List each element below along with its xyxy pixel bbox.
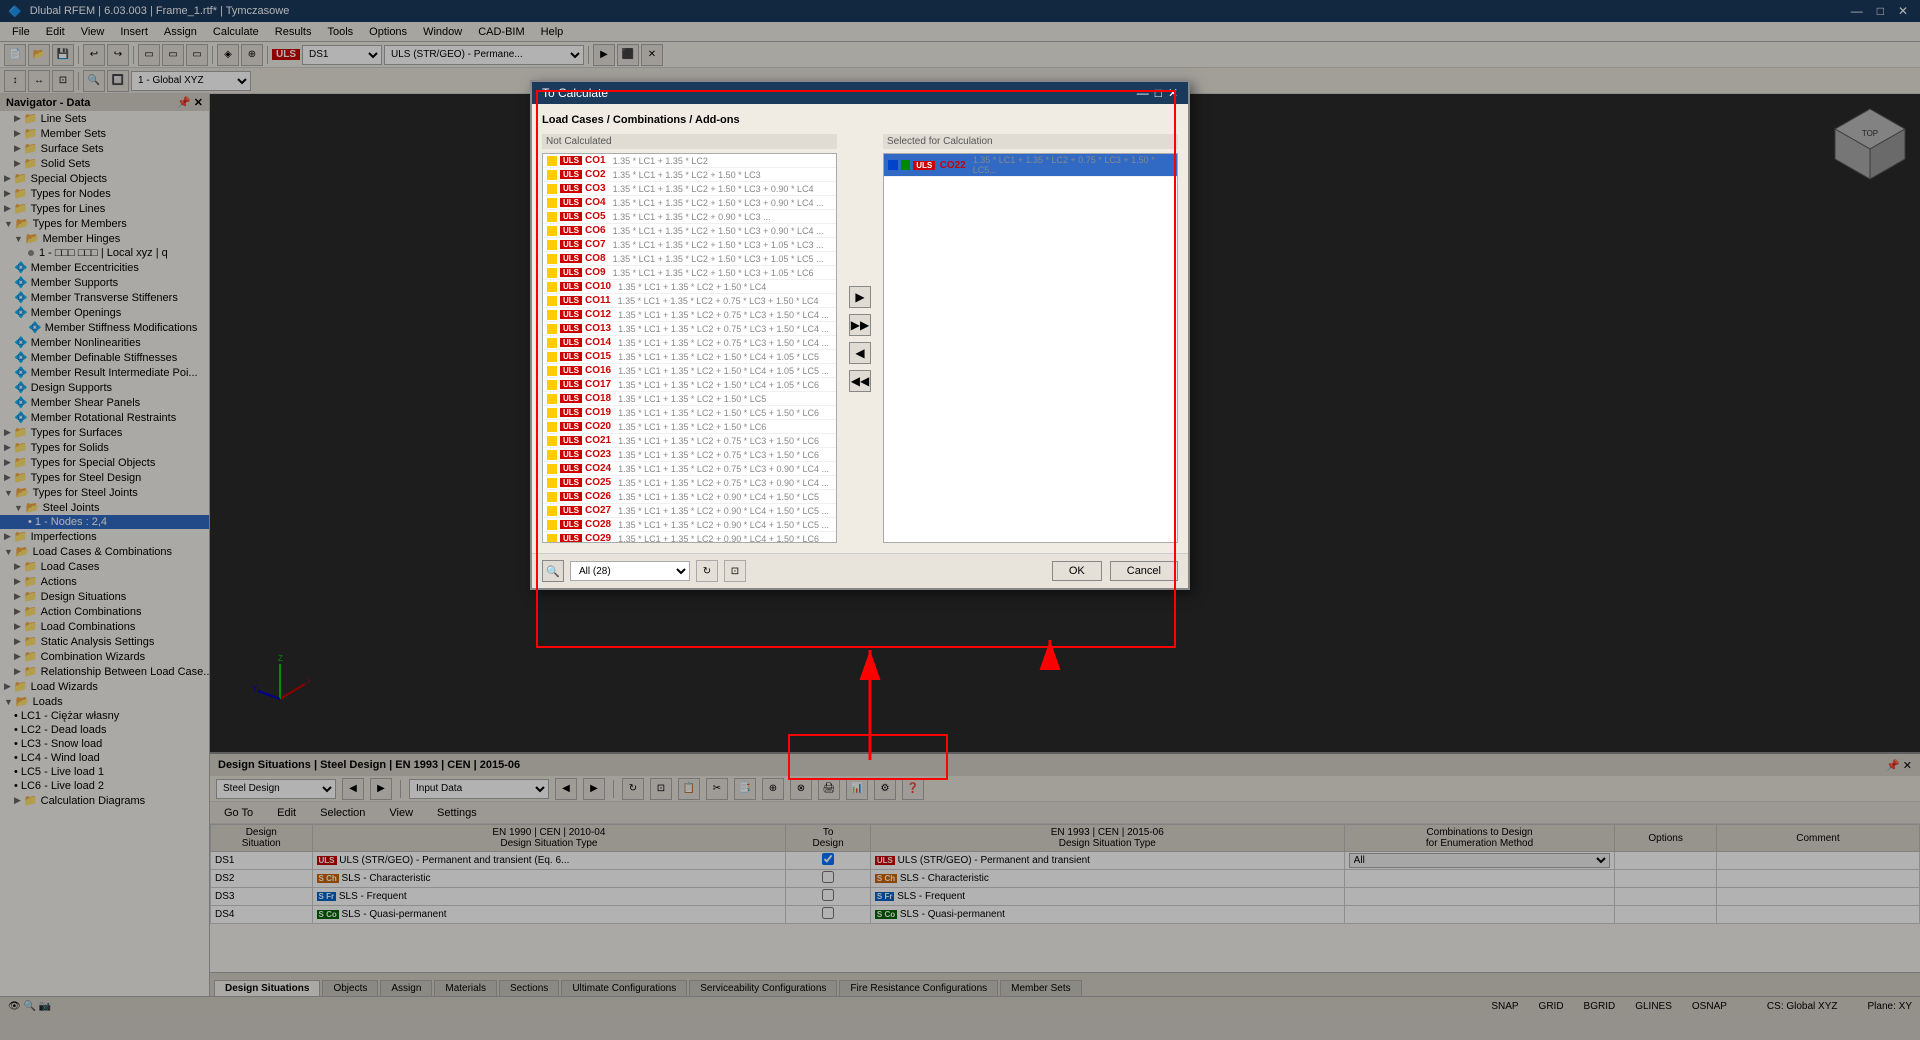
calc-item-co24[interactable]: ULSCO241.35 * LC1 + 1.35 * LC2 + 0.75 * … — [543, 462, 836, 476]
calc-item-co14[interactable]: ULSCO141.35 * LC1 + 1.35 * LC2 + 0.75 * … — [543, 336, 836, 350]
not-calc-list[interactable]: ULSCO11.35 * LC1 + 1.35 * LC2 ULSCO21.35… — [542, 153, 837, 543]
calc-layout: Not Calculated ULSCO11.35 * LC1 + 1.35 *… — [542, 134, 1178, 543]
calc-item-co12[interactable]: ULSCO121.35 * LC1 + 1.35 * LC2 + 0.75 * … — [543, 308, 836, 322]
calc-item-co5[interactable]: ULSCO51.35 * LC1 + 1.35 * LC2 + 0.90 * L… — [543, 210, 836, 224]
calc-item-co3[interactable]: ULSCO31.35 * LC1 + 1.35 * LC2 + 1.50 * L… — [543, 182, 836, 196]
calc-item-co28[interactable]: ULSCO281.35 * LC1 + 1.35 * LC2 + 0.90 * … — [543, 518, 836, 532]
modal-min-btn[interactable]: — — [1137, 86, 1149, 100]
selected-list[interactable]: ULSCO221.35 * LC1 + 1.35 * LC2 + 0.75 * … — [883, 153, 1178, 543]
not-calc-col: Not Calculated ULSCO11.35 * LC1 + 1.35 *… — [542, 134, 837, 543]
calc-item-co26[interactable]: ULSCO261.35 * LC1 + 1.35 * LC2 + 0.90 * … — [543, 490, 836, 504]
to-calculate-modal: To Calculate — □ ✕ Load Cases / Combinat… — [530, 80, 1190, 590]
transfer-buttons: ▶ ▶▶ ◀ ◀◀ — [845, 134, 875, 543]
cancel-button[interactable]: Cancel — [1110, 561, 1178, 581]
calc-item-co7[interactable]: ULSCO71.35 * LC1 + 1.35 * LC2 + 1.50 * L… — [543, 238, 836, 252]
ok-button[interactable]: OK — [1052, 561, 1102, 581]
move-left-btn[interactable]: ◀ — [849, 342, 871, 364]
calc-item-co23[interactable]: ULSCO231.35 * LC1 + 1.35 * LC2 + 0.75 * … — [543, 448, 836, 462]
modal-subtitle: Load Cases / Combinations / Add-ons — [542, 114, 1178, 126]
selected-item-co22[interactable]: ULSCO221.35 * LC1 + 1.35 * LC2 + 0.75 * … — [884, 154, 1177, 177]
calc-item-co8[interactable]: ULSCO81.35 * LC1 + 1.35 * LC2 + 1.50 * L… — [543, 252, 836, 266]
modal-footer: 🔍 All (28) ↻ ⊡ OK Cancel — [532, 553, 1188, 588]
move-all-right-btn[interactable]: ▶▶ — [849, 314, 871, 336]
calc-item-co27[interactable]: ULSCO271.35 * LC1 + 1.35 * LC2 + 0.90 * … — [543, 504, 836, 518]
calc-item-co17[interactable]: ULSCO171.35 * LC1 + 1.35 * LC2 + 1.50 * … — [543, 378, 836, 392]
modal-body: Load Cases / Combinations / Add-ons Not … — [532, 104, 1188, 553]
calc-item-co6[interactable]: ULSCO61.35 * LC1 + 1.35 * LC2 + 1.50 * L… — [543, 224, 836, 238]
calc-item-co21[interactable]: ULSCO211.35 * LC1 + 1.35 * LC2 + 0.75 * … — [543, 434, 836, 448]
calc-item-co18[interactable]: ULSCO181.35 * LC1 + 1.35 * LC2 + 1.50 * … — [543, 392, 836, 406]
filter-btn[interactable]: ⊡ — [724, 560, 746, 582]
modal-max-btn[interactable]: □ — [1155, 86, 1162, 100]
selected-col: Selected for Calculation ULSCO221.35 * L… — [883, 134, 1178, 543]
calc-item-co2[interactable]: ULSCO21.35 * LC1 + 1.35 * LC2 + 1.50 * L… — [543, 168, 836, 182]
all-count-combo[interactable]: All (28) — [570, 561, 690, 581]
modal-footer-left: 🔍 All (28) ↻ ⊡ — [542, 560, 746, 582]
calc-item-co1[interactable]: ULSCO11.35 * LC1 + 1.35 * LC2 — [543, 154, 836, 168]
refresh-btn[interactable]: ↻ — [696, 560, 718, 582]
calc-item-co10[interactable]: ULSCO101.35 * LC1 + 1.35 * LC2 + 1.50 * … — [543, 280, 836, 294]
calc-item-co29[interactable]: ULSCO291.35 * LC1 + 1.35 * LC2 + 0.90 * … — [543, 532, 836, 543]
calc-item-co16[interactable]: ULSCO161.35 * LC1 + 1.35 * LC2 + 1.50 * … — [543, 364, 836, 378]
selected-title: Selected for Calculation — [883, 134, 1178, 149]
modal-title-bar: To Calculate — □ ✕ — [532, 82, 1188, 104]
calc-item-co25[interactable]: ULSCO251.35 * LC1 + 1.35 * LC2 + 0.75 * … — [543, 476, 836, 490]
calc-item-co9[interactable]: ULSCO91.35 * LC1 + 1.35 * LC2 + 1.50 * L… — [543, 266, 836, 280]
move-right-btn[interactable]: ▶ — [849, 286, 871, 308]
move-all-left-btn[interactable]: ◀◀ — [849, 370, 871, 392]
modal-title-text: To Calculate — [542, 86, 608, 100]
search-icon[interactable]: 🔍 — [542, 560, 564, 582]
calc-item-co15[interactable]: ULSCO151.35 * LC1 + 1.35 * LC2 + 1.50 * … — [543, 350, 836, 364]
calc-item-co11[interactable]: ULSCO111.35 * LC1 + 1.35 * LC2 + 0.75 * … — [543, 294, 836, 308]
calc-item-co20[interactable]: ULSCO201.35 * LC1 + 1.35 * LC2 + 1.50 * … — [543, 420, 836, 434]
modal-footer-right: OK Cancel — [1052, 561, 1178, 581]
calc-item-co13[interactable]: ULSCO131.35 * LC1 + 1.35 * LC2 + 0.75 * … — [543, 322, 836, 336]
calc-item-co4[interactable]: ULSCO41.35 * LC1 + 1.35 * LC2 + 1.50 * L… — [543, 196, 836, 210]
modal-close-btn[interactable]: ✕ — [1168, 86, 1178, 100]
not-calc-title: Not Calculated — [542, 134, 837, 149]
calc-item-co19[interactable]: ULSCO191.35 * LC1 + 1.35 * LC2 + 1.50 * … — [543, 406, 836, 420]
